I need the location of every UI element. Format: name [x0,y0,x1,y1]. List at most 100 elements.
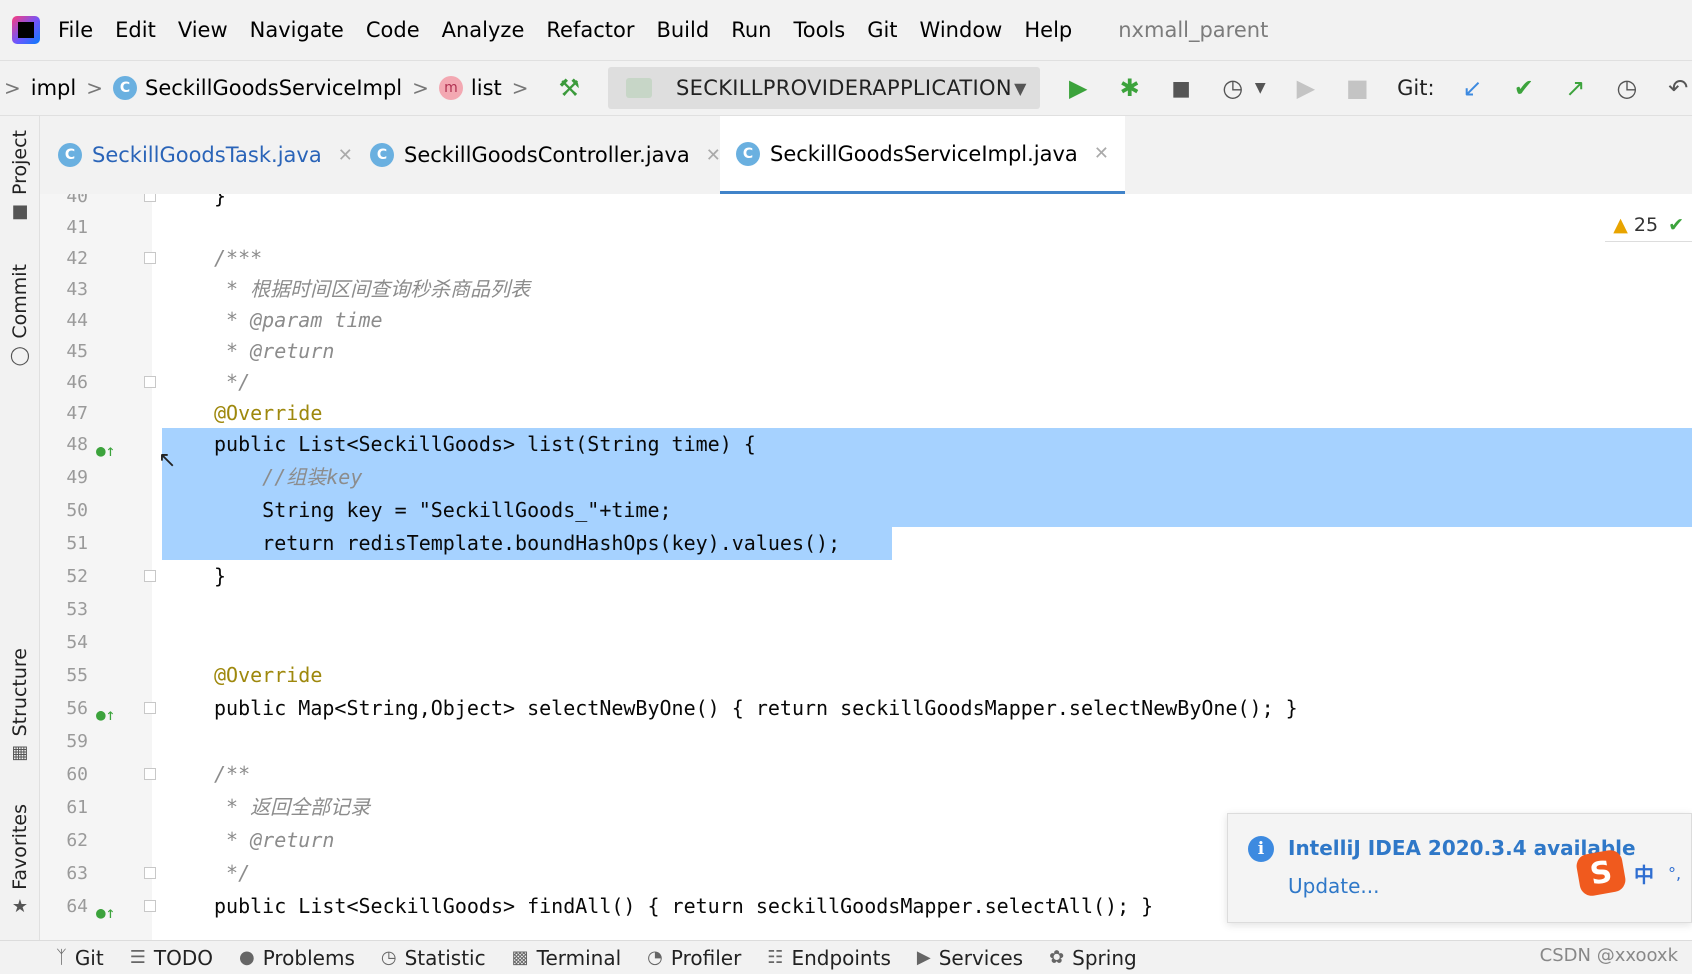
code-text: public List<SeckillGoods> list(String ti… [214,432,756,456]
menu-tools[interactable]: Tools [793,18,845,42]
tool-tab-todo[interactable]: ☰ TODO [130,946,213,970]
commit-tool-label: Commit [9,264,31,339]
method-icon: m [438,76,463,100]
close-icon[interactable]: ✕ [338,145,353,166]
git-label: Git: [1397,76,1435,100]
tab-seckill-goods-task[interactable]: C SeckillGoodsTask.java ✕ [58,116,353,194]
run-configuration-selector[interactable]: SECKILLPROVIDERAPPLICATION ▼ [608,67,1041,109]
code-line: 46 */ [40,366,1692,399]
line-number: 47 [66,403,88,424]
fold-marker-icon[interactable] [144,900,156,912]
structure-tool-tab[interactable]: Structure ▦ [0,648,40,763]
tool-tab-spring[interactable]: ✿ Spring [1049,946,1137,970]
menu-navigate[interactable]: Navigate [250,18,344,42]
input-method-toolbar[interactable]: S 中 °, [1574,848,1681,898]
tool-tab-label: Endpoints [791,945,891,970]
bottom-tool-bar: ᛉ Git ☰ TODO ● Problems ◷ Statistic ▩ Termina… [0,940,1692,974]
breadcrumb-item-method[interactable]: m list [438,76,502,100]
git-commit-icon[interactable]: ✔ [1510,74,1538,102]
git-update-icon[interactable]: ↙ [1459,74,1487,102]
mouse-cursor-icon: ↖ [158,448,177,473]
menu-refactor[interactable]: Refactor [546,18,634,42]
tool-tab-git[interactable]: ᛉ Git [56,946,104,970]
code-text: */ [214,861,251,885]
code-text: //组装key [214,465,363,489]
code-line: 52 } [40,560,1692,593]
breadcrumb-item-impl[interactable]: impl [31,76,76,100]
tool-tab-services[interactable]: ▶ Services [917,946,1023,970]
code-line: 53 [40,593,1692,626]
fold-marker-icon[interactable] [144,252,156,264]
coverage-icon[interactable]: ◼ [1167,74,1195,102]
breadcrumb-item-class[interactable]: C SeckillGoodsServiceImpl [113,76,402,100]
menu-git[interactable]: Git [867,18,897,42]
tool-tab-statistic[interactable]: ◷ Statistic [381,946,486,970]
line-number: 41 [66,217,88,238]
ime-mode-indicator[interactable]: 中 [1634,859,1654,888]
menu-run[interactable]: Run [731,18,771,42]
menu-analyze[interactable]: Analyze [442,18,525,42]
fold-marker-icon[interactable] [144,194,156,202]
tool-tab-terminal[interactable]: ▩ Terminal [512,946,622,970]
debug-icon[interactable]: ✱ [1116,74,1144,102]
favorites-tool-label: Favorites [9,804,31,890]
more-run-dropdown-icon[interactable]: ▼ [1252,80,1268,96]
tool-tab-label: Statistic [404,945,486,970]
fold-marker-icon[interactable] [144,570,156,582]
class-icon: C [370,143,394,167]
tab-seckill-goods-service-impl[interactable]: C SeckillGoodsServiceImpl.java ✕ [720,116,1125,194]
menu-window[interactable]: Window [920,18,1003,42]
sogou-ime-icon[interactable]: S [1574,848,1628,898]
fold-marker-icon[interactable] [144,702,156,714]
project-tool-tab[interactable]: Project ■ [0,130,40,222]
code-text: public List<SeckillGoods> findAll() { re… [214,894,1154,918]
profile-icon[interactable]: ◷ [1219,74,1247,102]
tab-seckill-goods-controller[interactable]: C SeckillGoodsController.java ✕ [370,116,721,194]
menu-file[interactable]: File [58,18,93,42]
code-text: /** [214,762,251,786]
tool-tab-profiler[interactable]: ◔ Profiler [647,946,741,970]
update-link[interactable]: Update... [1288,874,1380,898]
tool-tab-endpoints[interactable]: ☷ Endpoints [767,946,891,970]
code-line: 43 * 根据时间区间查询秒杀商品列表 [40,273,1692,306]
ime-punctuation-indicator[interactable]: °, [1668,864,1681,883]
menu-help[interactable]: Help [1024,18,1072,42]
code-text: } [214,564,227,588]
close-icon[interactable]: ✕ [1094,143,1109,164]
tool-tab-label: Terminal [536,945,622,970]
menu-view[interactable]: View [178,18,228,42]
class-icon: C [736,141,760,166]
problems-icon: ● [238,947,255,968]
project-tool-label: Project [9,130,31,196]
tool-tab-problems[interactable]: ● Problems [239,946,355,970]
menu-build[interactable]: Build [656,18,709,42]
history-icon[interactable]: ◷ [1613,74,1641,102]
git-push-icon[interactable]: ↗ [1562,74,1590,102]
tool-tab-label: Services [938,945,1024,970]
info-icon: i [1248,836,1274,862]
fold-marker-icon[interactable] [144,376,156,388]
line-number: 48 [66,434,88,455]
fold-marker-icon[interactable] [144,867,156,879]
run-configuration-label: SECKILLPROVIDERAPPLICATION [676,76,1012,100]
intellij-logo-icon [12,16,40,44]
project-name: nxmall_parent [1118,18,1269,42]
line-number: 62 [66,830,88,851]
code-line: 55 @Override [40,659,1692,692]
commit-tool-tab[interactable]: Commit ◯ [0,264,40,366]
fold-marker-icon[interactable] [144,768,156,780]
implements-gutter-icon[interactable]: ●↑ [96,896,115,929]
menu-edit[interactable]: Edit [115,18,156,42]
code-text: * 返回全部记录 [214,795,371,819]
build-hammer-icon[interactable]: ⚒ [559,74,581,102]
code-line: 41 [40,211,1692,244]
rollback-icon[interactable]: ↶ [1665,74,1692,102]
code-text: /*** [214,246,263,270]
navigation-toolbar: > impl > C SeckillGoodsServiceImpl > m l… [0,60,1692,116]
favorites-tool-tab[interactable]: Favorites ★ [0,804,40,917]
run-icon[interactable]: ▶ [1064,74,1092,102]
close-icon[interactable]: ✕ [706,145,721,166]
breadcrumb-chevron-icon: > [412,76,429,100]
code-line: 44 * @param time [40,304,1692,337]
menu-code[interactable]: Code [366,18,420,42]
